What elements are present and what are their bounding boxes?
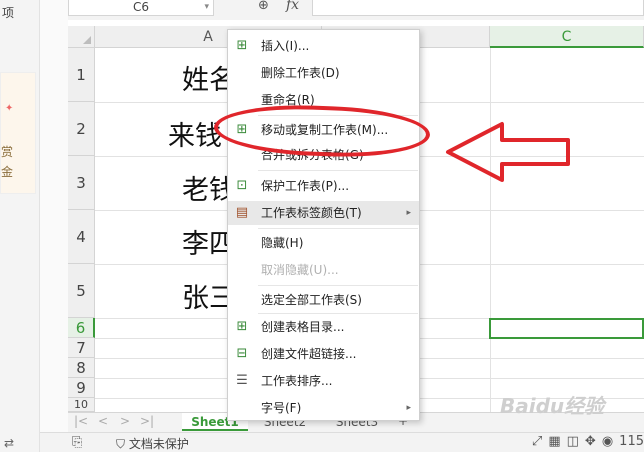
selected-cell[interactable]	[489, 318, 644, 339]
menu-item-create-hyperlink[interactable]: ⊟ 创建文件超链接...	[228, 342, 419, 366]
grid-line	[490, 48, 491, 412]
sort-icon: ☰	[236, 373, 248, 388]
zoom-level[interactable]: 115	[619, 434, 644, 449]
promo-text-2: 金	[1, 165, 14, 179]
next-sheet-icon[interactable]: >	[120, 414, 130, 428]
menu-separator	[258, 228, 418, 229]
row-header[interactable]: 7	[68, 338, 95, 358]
macro-icon[interactable]: ⎘	[72, 435, 82, 450]
menu-item-unhide: 取消隐藏(U)...	[261, 263, 339, 277]
menu-item-tab-color[interactable]: ▤ 工作表标签颜色(T) ▸	[228, 201, 419, 225]
view-controls: ⤢▦◫✥◉115	[532, 434, 644, 449]
share-icon[interactable]: ⇄	[4, 436, 14, 450]
column-header-c[interactable]: C	[490, 26, 644, 48]
fullscreen-icon[interactable]: ⤢	[532, 434, 548, 449]
toc-icon: ⊞	[236, 319, 248, 334]
cell-reference: C6	[132, 0, 149, 14]
promo-card[interactable]: ✦ 赏 金	[0, 72, 36, 194]
row-header[interactable]: 9	[68, 378, 95, 398]
zoom-icon[interactable]: ⊕	[258, 0, 269, 13]
menu-item-select-all-sheets[interactable]: 选定全部工作表(S)	[228, 288, 419, 312]
menu-item-protect-sheet[interactable]: ⊡ 保护工作表(P)...	[228, 174, 419, 198]
prev-sheet-icon[interactable]: <	[98, 414, 108, 428]
submenu-arrow-icon: ▸	[406, 208, 411, 218]
last-sheet-icon[interactable]: >|	[140, 414, 154, 428]
menu-item-hide[interactable]: 隐藏(H)	[228, 231, 419, 255]
cell-a2[interactable]: 来钱	[168, 114, 222, 153]
row-header[interactable]: 8	[68, 358, 95, 378]
menu-separator	[258, 170, 418, 171]
pointer-arrow-icon	[446, 122, 570, 182]
menu-item-font-size[interactable]: 字号(F) ▸	[228, 396, 419, 420]
tab-color-icon: ▤	[235, 205, 249, 220]
submenu-arrow-icon: ▸	[406, 403, 411, 413]
panel-gap	[40, 0, 68, 452]
row-header[interactable]: 6	[68, 318, 95, 338]
chevron-down-icon[interactable]: ▾	[204, 0, 209, 14]
sparkle-icon: ✦	[5, 103, 14, 114]
formula-input[interactable]	[312, 0, 644, 16]
watermark: Baidu经验	[500, 394, 605, 418]
row-header[interactable]: 10	[68, 398, 95, 412]
row-header[interactable]: 5	[68, 264, 95, 318]
formula-bar: C6 ▾ ⊕ fx	[68, 0, 644, 20]
menu-separator	[258, 313, 418, 314]
row-header[interactable]: 1	[68, 48, 95, 102]
name-box[interactable]: C6 ▾	[68, 0, 214, 16]
menu-item-create-toc[interactable]: ⊞ 创建表格目录...	[228, 315, 419, 339]
insert-icon: ⊞	[236, 38, 248, 53]
row-header[interactable]: 3	[68, 156, 95, 210]
menu-separator	[258, 285, 418, 286]
protect-status[interactable]: ⛉ 文档未保护	[116, 435, 189, 452]
hyperlink-icon: ⊟	[236, 346, 248, 361]
select-all-corner[interactable]	[68, 26, 95, 48]
reading-mode-icon[interactable]: ✥	[585, 434, 602, 449]
protect-status-label: 文档未保护	[128, 437, 189, 451]
shield-icon: ⛉	[116, 437, 126, 451]
side-panel: 项 ✦ 赏 金 ⇄	[0, 0, 40, 452]
menu-item-insert[interactable]: ⊞ 插入(I)...	[228, 34, 419, 58]
menu-item-delete-sheet[interactable]: 删除工作表(D)	[228, 61, 419, 85]
fx-icon[interactable]: fx	[286, 0, 299, 13]
row-header[interactable]: 2	[68, 102, 95, 156]
side-panel-label: 项	[2, 6, 15, 20]
page-break-icon[interactable]: ◫	[567, 434, 585, 449]
normal-view-icon[interactable]: ▦	[548, 434, 566, 449]
menu-item-sort-sheets[interactable]: ☰ 工作表排序...	[228, 369, 419, 393]
first-sheet-icon[interactable]: |<	[74, 414, 88, 428]
protect-icon: ⊡	[236, 178, 248, 193]
eye-icon[interactable]: ◉	[602, 434, 619, 449]
row-header[interactable]: 4	[68, 210, 95, 264]
sheet-tab-context-menu: ⊞ 插入(I)... 删除工作表(D) 重命名(R) ⊞ 移动或复制工作表(M)…	[227, 29, 420, 421]
promo-text-1: 赏	[1, 145, 14, 159]
status-bar: ⎘ ⛉ 文档未保护 ⤢▦◫✥◉115	[40, 432, 644, 452]
